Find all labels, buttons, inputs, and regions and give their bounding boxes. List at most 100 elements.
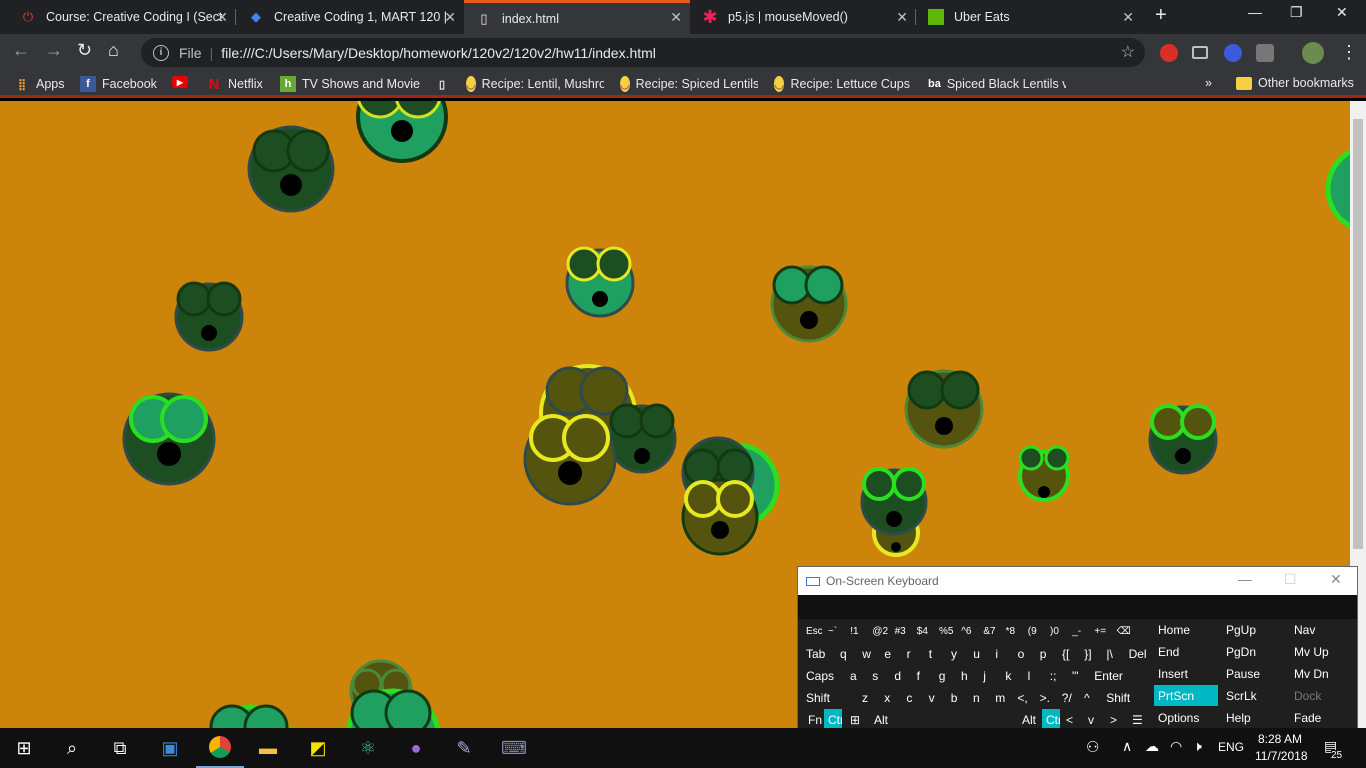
osk-key[interactable]: Del	[1125, 643, 1153, 664]
clock-time[interactable]: 8:28 AM	[1258, 732, 1302, 746]
osk-key[interactable]: i	[991, 643, 1011, 664]
osk-key[interactable]: r	[903, 643, 923, 664]
minimize-button[interactable]: —	[1248, 4, 1262, 20]
osk-close-button[interactable]: ✕	[1330, 571, 1342, 588]
osk-maximize-button[interactable]: ☐	[1284, 571, 1297, 588]
osk-key[interactable]: Shift	[802, 687, 856, 708]
osk-key[interactable]: Caps	[802, 665, 844, 686]
osk-key[interactable]: a	[846, 665, 866, 686]
osk-key[interactable]: ^	[1080, 687, 1100, 708]
osk-key[interactable]: #3	[891, 621, 911, 642]
home-button[interactable]: ⌂	[108, 40, 119, 61]
osk-nav-key[interactable]: PrtScn	[1154, 685, 1218, 706]
osk-nav-key[interactable]: Home	[1154, 619, 1218, 640]
osk-key[interactable]: j	[979, 665, 999, 686]
chevron-up-icon[interactable]: ∧	[1122, 738, 1132, 755]
cast-icon[interactable]	[1192, 46, 1208, 59]
close-icon[interactable]: ✕	[670, 9, 682, 26]
osk-key[interactable]: z	[858, 687, 878, 708]
scrollbar-thumb[interactable]	[1353, 119, 1363, 549]
osk-key[interactable]: w	[858, 643, 878, 664]
window-close-button[interactable]: ✕	[1336, 4, 1348, 21]
osk-key[interactable]: v	[1084, 709, 1102, 730]
wifi-icon[interactable]: ◠	[1170, 738, 1182, 755]
extension-icon[interactable]	[1224, 44, 1242, 62]
osk-key[interactable]: )0	[1046, 621, 1066, 642]
atom-icon[interactable]: ⚛	[344, 728, 392, 768]
tab-uber-eats[interactable]: Uber Eats ✕	[916, 0, 1142, 34]
osk-key[interactable]: Enter	[1090, 665, 1140, 686]
avatar[interactable]	[1302, 42, 1324, 64]
osk-nav-key[interactable]: ScrLk	[1222, 685, 1286, 706]
osk-key[interactable]: ?/	[1058, 687, 1078, 708]
osk-nav-key[interactable]: Fade	[1290, 707, 1354, 728]
osk-key[interactable]: Shift	[1102, 687, 1148, 708]
reload-button[interactable]: ↻	[77, 40, 92, 61]
osk-key[interactable]: u	[969, 643, 989, 664]
osk-key[interactable]: y	[947, 643, 967, 664]
bookmark-spiced-black-lentils[interactable]: ba Spiced Black Lentils v	[928, 76, 1066, 92]
osk-key[interactable]: l	[1024, 665, 1044, 686]
osk-key[interactable]: m	[991, 687, 1011, 708]
osk-key[interactable]: Ctrl	[1042, 709, 1060, 730]
bookmark-youtube[interactable]: ▶	[172, 76, 194, 88]
store-icon[interactable]: ▣	[146, 728, 194, 768]
menu-icon[interactable]: ⋮	[1340, 42, 1358, 63]
osk-nav-key[interactable]: Mv Up	[1290, 641, 1354, 662]
osk-key[interactable]: ⊞	[846, 709, 862, 730]
osk-key[interactable]: c	[902, 687, 922, 708]
osk-key[interactable]: q	[836, 643, 856, 664]
osk-key[interactable]: {[	[1058, 643, 1078, 664]
task-view-icon[interactable]: ⧉	[96, 728, 144, 768]
other-bookmarks[interactable]: Other bookmarks	[1236, 76, 1354, 90]
osk-key[interactable]: e	[880, 643, 900, 664]
volume-icon[interactable]: 🕨	[1193, 738, 1202, 755]
bookmark-recipe-lentil[interactable]: ◡ Recipe: Lentil, Mushro	[466, 76, 604, 92]
tab-index-html[interactable]: ▯ index.html ✕	[464, 0, 690, 34]
osk-key[interactable]: <	[1062, 709, 1080, 730]
osk-key[interactable]: Alt	[1018, 709, 1040, 730]
osk-key[interactable]: >.	[1036, 687, 1056, 708]
maximize-button[interactable]: ❐	[1290, 4, 1303, 21]
bookmark-page[interactable]: ▯	[434, 76, 456, 92]
osk-key[interactable]: h	[957, 665, 977, 686]
osk-nav-key[interactable]: Insert	[1154, 663, 1218, 684]
osk-key[interactable]: %5	[935, 621, 955, 642]
tab-creative-coding[interactable]: ◆ Creative Coding 1, MART 120 | ✕	[236, 0, 464, 34]
osk-key[interactable]: g	[935, 665, 955, 686]
osk-key[interactable]: f	[913, 665, 933, 686]
osk-key[interactable]: n	[969, 687, 989, 708]
osk-key[interactable]: ^6	[957, 621, 977, 642]
bookmark-netflix[interactable]: N Netflix	[206, 76, 263, 93]
close-icon[interactable]: ✕	[216, 9, 228, 26]
osk-nav-key[interactable]: PgUp	[1222, 619, 1286, 640]
osk-key[interactable]: Alt	[870, 709, 910, 730]
address-bar[interactable]: i File | file:///C:/Users/Mary/Desktop/h…	[141, 38, 1145, 67]
bookmark-star-icon[interactable]: ☆	[1121, 42, 1135, 62]
bookmark-recipe-lettuce[interactable]: ◡ Recipe: Lettuce Cups	[774, 76, 910, 92]
osk-key[interactable]: o	[1014, 643, 1034, 664]
info-icon[interactable]: i	[153, 44, 169, 61]
osk-minimize-button[interactable]: —	[1238, 571, 1252, 587]
osk-nav-key[interactable]: Pause	[1222, 663, 1286, 684]
osk-nav-key[interactable]: PgDn	[1222, 641, 1286, 662]
osk-key[interactable]: >	[1106, 709, 1124, 730]
osk-key[interactable]: }]	[1080, 643, 1100, 664]
on-screen-keyboard-icon[interactable]: ⌨	[490, 728, 538, 768]
close-icon[interactable]: ✕	[896, 9, 908, 26]
clock-date[interactable]: 11/7/2018	[1255, 749, 1308, 763]
paint-icon[interactable]: ✎	[440, 728, 488, 768]
osk-nav-key[interactable]: Nav	[1290, 619, 1354, 640]
osk-key[interactable]: +=	[1090, 621, 1110, 642]
chrome-icon[interactable]	[196, 728, 244, 768]
osk-key[interactable]: (9	[1024, 621, 1044, 642]
osk-key[interactable]: ⌫	[1113, 621, 1137, 642]
search-icon[interactable]: ⌕	[48, 728, 96, 768]
new-tab-button[interactable]: +	[1155, 4, 1167, 27]
osk-key[interactable]: _-	[1068, 621, 1088, 642]
start-button[interactable]: ⊞	[0, 728, 48, 768]
osk-key[interactable]: ~`	[824, 621, 844, 642]
osk-nav-key[interactable]: Dock	[1290, 685, 1354, 706]
bookmark-apps[interactable]: ⣿ Apps	[14, 76, 65, 92]
adblock-icon[interactable]	[1160, 44, 1178, 62]
